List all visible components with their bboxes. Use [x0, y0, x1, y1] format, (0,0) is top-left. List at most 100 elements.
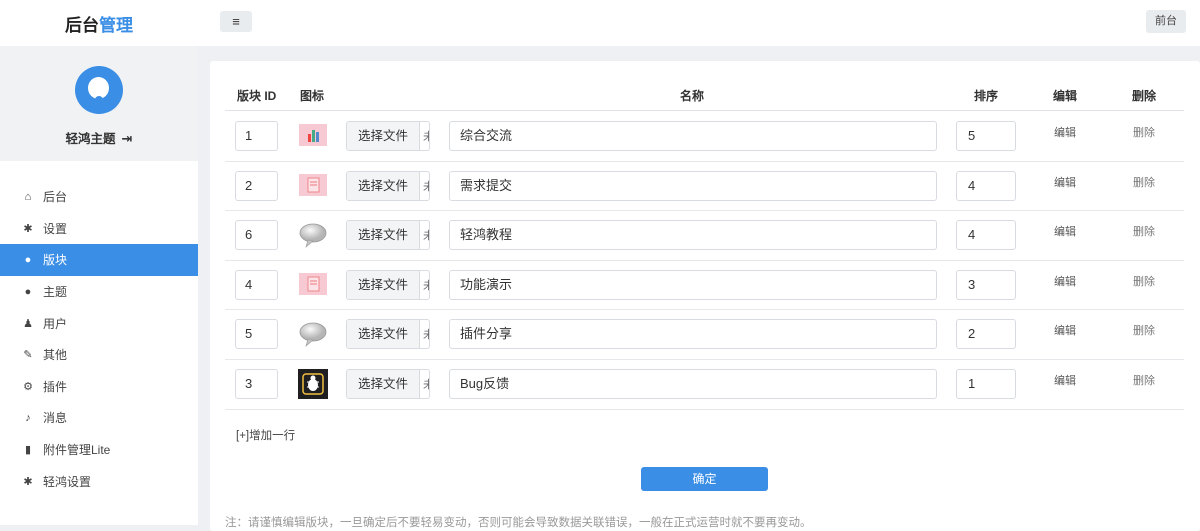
menu-toggle-button[interactable]: ≡: [220, 11, 252, 32]
pink-doc-thumb: [298, 171, 328, 201]
file-chooser[interactable]: 选择文件未: [346, 121, 430, 151]
home-icon: ⌂: [24, 190, 32, 203]
board-name-input[interactable]: 综合交流: [449, 121, 937, 151]
file-chooser[interactable]: 选择文件未: [346, 220, 430, 251]
board-id-input[interactable]: 4: [235, 269, 278, 300]
board-id-input[interactable]: 1: [235, 121, 278, 151]
speech-bubble-thumb: [298, 319, 328, 349]
sidebar-item-label: 设置: [43, 221, 68, 236]
edit-link[interactable]: 编辑: [1054, 124, 1076, 140]
main-panel: 版块 ID 图标 名称 排序 编辑 删除 1选择文件未综合交流5编辑删除2选择文…: [210, 61, 1200, 531]
choose-file-button[interactable]: 选择文件: [347, 171, 420, 200]
delete-link[interactable]: 删除: [1133, 372, 1155, 388]
board-name-input[interactable]: 需求提交: [449, 170, 937, 201]
no-file-label: 未: [423, 227, 429, 243]
sidebar-item-0[interactable]: ⌂ 后台: [0, 181, 198, 213]
sidebar: 轻鸿主题 ⇥ ⌂ 后台 ✱ 设置 ● 版块 ● 主题 ♟ 用户 ✎ 其他 ⚙ 插件 ♪ 消息 ▮ 附件管理Lite ✱…: [0, 46, 198, 525]
board-name-input[interactable]: 功能演示: [449, 269, 937, 300]
table-row: 6选择文件未轻鸿教程4编辑删除: [225, 210, 1184, 261]
file-chooser[interactable]: 选择文件未: [346, 319, 430, 350]
board-name-input[interactable]: Bug反馈: [449, 369, 937, 399]
brand-prefix: 后台: [65, 15, 99, 35]
brand-accent: 管理: [99, 15, 133, 35]
table-row: 5选择文件未插件分享2编辑删除: [225, 309, 1184, 360]
sidebar-item-3[interactable]: ● 主题: [0, 276, 198, 308]
choose-file-button[interactable]: 选择文件: [347, 122, 420, 150]
bug-thumb: [298, 369, 328, 399]
no-file-label: 未: [423, 326, 429, 342]
bell-icon: ♪: [25, 411, 31, 424]
sidebar-item-6[interactable]: ⚙ 插件: [0, 371, 198, 403]
file-chooser[interactable]: 选择文件未: [346, 269, 430, 300]
board-order-input[interactable]: 1: [956, 369, 1016, 399]
sidebar-item-4[interactable]: ♟ 用户: [0, 307, 198, 339]
gear-icon: ✱: [23, 222, 33, 235]
add-row-link[interactable]: [+]增加一行: [236, 427, 295, 443]
sidebar-item-5[interactable]: ✎ 其他: [0, 339, 198, 371]
header-id: 版块 ID: [237, 89, 277, 103]
board-order-input[interactable]: 5: [956, 121, 1016, 151]
brand-title: 后台 管理: [0, 0, 198, 46]
delete-link[interactable]: 删除: [1133, 174, 1155, 190]
sidebar-item-label: 轻鸿设置: [43, 474, 92, 489]
header-order: 排序: [974, 89, 999, 103]
sidebar-item-9[interactable]: ✱ 轻鸿设置: [0, 465, 198, 497]
sidebar-item-7[interactable]: ♪ 消息: [0, 402, 198, 434]
board-name-input[interactable]: 轻鸿教程: [449, 220, 937, 251]
comment-icon: ●: [24, 253, 32, 266]
wrench-icon: ✎: [23, 349, 33, 362]
edit-link[interactable]: 编辑: [1054, 174, 1076, 190]
board-id-input[interactable]: 2: [235, 170, 278, 201]
warning-note: 注：请谨慎编辑版块，一旦确定后不要轻易变动，否则可能会导致数据关联错误，一般在正…: [225, 517, 812, 529]
username-label[interactable]: 轻鸿主题: [66, 132, 116, 146]
edit-link[interactable]: 编辑: [1054, 273, 1076, 289]
board-order-input[interactable]: 3: [956, 269, 1016, 300]
pink-doc-thumb: [298, 270, 328, 300]
sidebar-item-label: 插件: [43, 379, 68, 394]
edit-link[interactable]: 编辑: [1054, 223, 1076, 239]
sidebar-item-2[interactable]: ● 版块: [0, 244, 198, 276]
logout-icon[interactable]: ⇥: [122, 131, 133, 146]
file-chooser[interactable]: 选择文件未: [346, 170, 430, 201]
board-id-input[interactable]: 6: [235, 220, 278, 251]
no-file-label: 未: [423, 178, 429, 194]
profile-card: 轻鸿主题 ⇥: [0, 46, 198, 161]
avatar[interactable]: [75, 66, 123, 114]
no-file-label: 未: [423, 376, 429, 392]
sidebar-item-label: 用户: [43, 316, 68, 331]
delete-link[interactable]: 删除: [1133, 223, 1155, 239]
edit-link[interactable]: 编辑: [1054, 322, 1076, 338]
file-chooser[interactable]: 选择文件未: [346, 369, 430, 399]
top-bar: 后台 管理 ≡ 前台: [0, 0, 1200, 46]
sidebar-item-label: 其他: [43, 348, 68, 363]
choose-file-button[interactable]: 选择文件: [347, 221, 420, 250]
comment-icon: ●: [24, 285, 32, 298]
user-icon: ♟: [23, 317, 33, 330]
choose-file-button[interactable]: 选择文件: [347, 320, 420, 349]
board-name-input[interactable]: 插件分享: [449, 319, 937, 350]
choose-file-button[interactable]: 选择文件: [347, 370, 420, 398]
delete-link[interactable]: 删除: [1133, 322, 1155, 338]
sidebar-item-label: 后台: [43, 190, 68, 205]
table-row: 4 选择文件未功能演示 3 编辑 删除: [225, 260, 1184, 311]
sidebar-item-label: 主题: [43, 285, 68, 300]
file-icon: ▮: [24, 444, 32, 457]
board-order-input[interactable]: 4: [956, 170, 1016, 201]
sidebar-item-1[interactable]: ✱ 设置: [0, 213, 198, 245]
sidebar-item-8[interactable]: ▮ 附件管理Lite: [0, 434, 198, 466]
edit-link[interactable]: 编辑: [1054, 372, 1076, 388]
header-icon: 图标: [300, 89, 325, 103]
table-row: 3 选择文件未 Bug反馈 1 编辑 删除: [225, 359, 1184, 410]
board-order-input[interactable]: 4: [956, 220, 1016, 251]
choose-file-button[interactable]: 选择文件: [347, 270, 420, 299]
front-site-button[interactable]: 前台: [1146, 10, 1186, 33]
header-name: 名称: [680, 89, 705, 103]
delete-link[interactable]: 删除: [1133, 273, 1155, 289]
board-id-input[interactable]: 5: [235, 319, 278, 350]
board-id-input[interactable]: 3: [235, 369, 278, 399]
confirm-button[interactable]: 确定: [641, 467, 768, 491]
header-edit: 编辑: [1053, 89, 1078, 103]
delete-link[interactable]: 删除: [1133, 124, 1155, 140]
board-order-input[interactable]: 2: [956, 319, 1016, 350]
table-header: 版块 ID 图标 名称 排序 编辑 删除: [225, 77, 1184, 111]
